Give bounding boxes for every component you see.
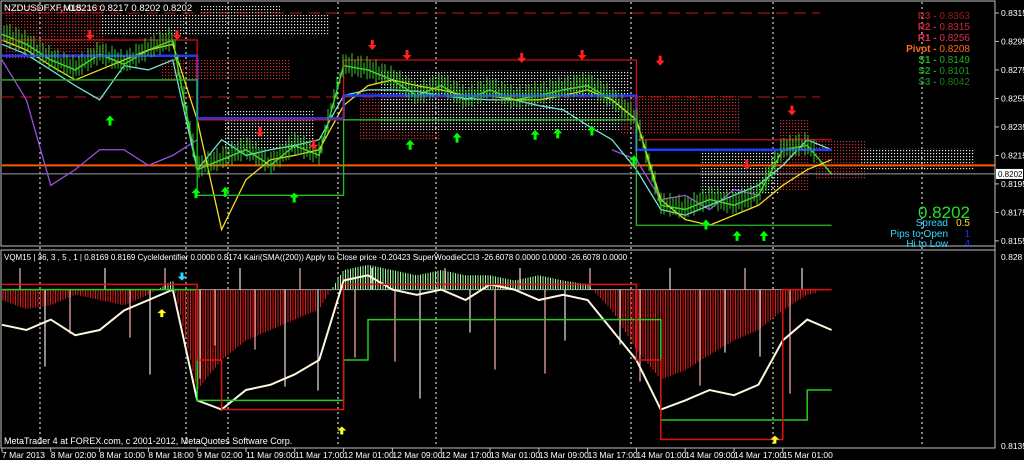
hi-to-low-label: Hi to Low bbox=[906, 239, 948, 250]
pivot-label: R1 - bbox=[918, 33, 940, 44]
time-axis: 7 Mar 2013 8 Mar 02:00 8 Mar 10:00 8 Mar 18… bbox=[1, 448, 833, 460]
spread-label: Spread bbox=[916, 218, 948, 229]
pivot-value: 0.8363 bbox=[939, 11, 970, 22]
chart-canvas[interactable]: 0.8315 0.8295 0.8275 0.8255 0.8235 0.8215 0.81… bbox=[0, 0, 1024, 460]
pivot-label: S1 - bbox=[918, 55, 939, 66]
x-tick-label: 12 Mar 09:00 bbox=[392, 450, 442, 460]
pivot-label: S3 - bbox=[918, 77, 939, 88]
x-tick-label: 13 Mar 01:00 bbox=[490, 450, 540, 460]
pivot-label: Pivot - bbox=[906, 44, 939, 55]
y-tick-label: 0.8315 bbox=[1001, 8, 1024, 18]
pivot-r3: R3 - 0.8363 bbox=[918, 11, 971, 22]
indicator-header: VQM15 | 36, 3 , 5 , 1 | 0.8169 0.8169 Cy… bbox=[4, 253, 628, 262]
y-tick-label: 0.828 bbox=[1001, 252, 1023, 262]
x-tick-label: 8 Mar 18:00 bbox=[148, 450, 194, 460]
y-tick-label: 0.8235 bbox=[1001, 122, 1024, 132]
y-tick-label: 0.8195 bbox=[1001, 179, 1024, 189]
pivot-value: 0.8208 bbox=[939, 44, 970, 55]
x-tick-label: 11 Mar 17:00 bbox=[295, 450, 345, 460]
x-tick-label: 13 Mar 17:00 bbox=[588, 450, 638, 460]
background bbox=[0, 0, 1024, 460]
pivot-value: 0.8315 bbox=[939, 22, 970, 33]
pivot-r1: R1 - 0.8256 bbox=[918, 33, 971, 44]
pivot-label: S2 - bbox=[918, 66, 939, 77]
y-tick-label: 0.8275 bbox=[1001, 65, 1024, 75]
x-tick-label: 8 Mar 10:00 bbox=[100, 450, 146, 460]
pivot-r2: R2 - 0.8315 bbox=[918, 22, 971, 33]
y-tick-label: 0.8135 bbox=[1001, 441, 1024, 451]
pivot-value: 0.8042 bbox=[939, 77, 970, 88]
y-tick-label: 0.8215 bbox=[1001, 150, 1024, 160]
cloud-patch bbox=[620, 95, 740, 135]
copyright-text: MetaTrader 4 at FOREX.com, c 2001-2012, … bbox=[4, 436, 292, 446]
hi-to-low-value: 4 bbox=[964, 239, 970, 250]
x-tick-label: 13 Mar 09:00 bbox=[539, 450, 589, 460]
spread-value: 0.5 bbox=[956, 218, 970, 229]
pivot-s1: S1 - 0.8149 bbox=[918, 55, 970, 66]
pivot-label: R2 - bbox=[918, 22, 940, 33]
x-tick-label: 9 Mar 02:00 bbox=[197, 450, 243, 460]
x-tick-label: 15 Mar 01:00 bbox=[783, 450, 833, 460]
x-tick-label: 12 Mar 01:00 bbox=[344, 450, 394, 460]
pivot-value: 0.8256 bbox=[939, 33, 970, 44]
x-tick-label: 14 Mar 01:00 bbox=[636, 450, 686, 460]
pivot-value: 0.8101 bbox=[939, 66, 970, 77]
x-tick-label: 14 Mar 17:00 bbox=[734, 450, 784, 460]
cloud-patch bbox=[860, 148, 975, 170]
ohlc-values: 0.8216 0.8217 0.8202 0.8202 bbox=[68, 3, 192, 14]
pivot-label: R3 - bbox=[918, 11, 940, 22]
current-price-label: 0.8202 bbox=[998, 170, 1023, 179]
y-tick-label: 0.8155 bbox=[1001, 236, 1024, 246]
y-tick-label: 0.8295 bbox=[1001, 36, 1024, 46]
x-tick-label: 8 Mar 02:00 bbox=[51, 450, 97, 460]
pivot-pivot: Pivot - 0.8208 bbox=[906, 44, 970, 55]
x-tick-label: 7 Mar 2013 bbox=[2, 450, 45, 460]
y-tick-label: 0.8175 bbox=[1001, 207, 1024, 217]
pivot-s3: S3 - 0.8042 bbox=[918, 77, 970, 88]
pivot-s2: S2 - 0.8101 bbox=[918, 66, 970, 77]
y-tick-label: 0.8255 bbox=[1001, 93, 1024, 103]
x-tick-label: 14 Mar 09:00 bbox=[685, 450, 735, 460]
pivot-value: 0.8149 bbox=[939, 55, 970, 66]
cloud-patch bbox=[200, 5, 280, 23]
x-tick-label: 11 Mar 09:00 bbox=[246, 450, 296, 460]
x-tick-label: 12 Mar 17:00 bbox=[441, 450, 491, 460]
